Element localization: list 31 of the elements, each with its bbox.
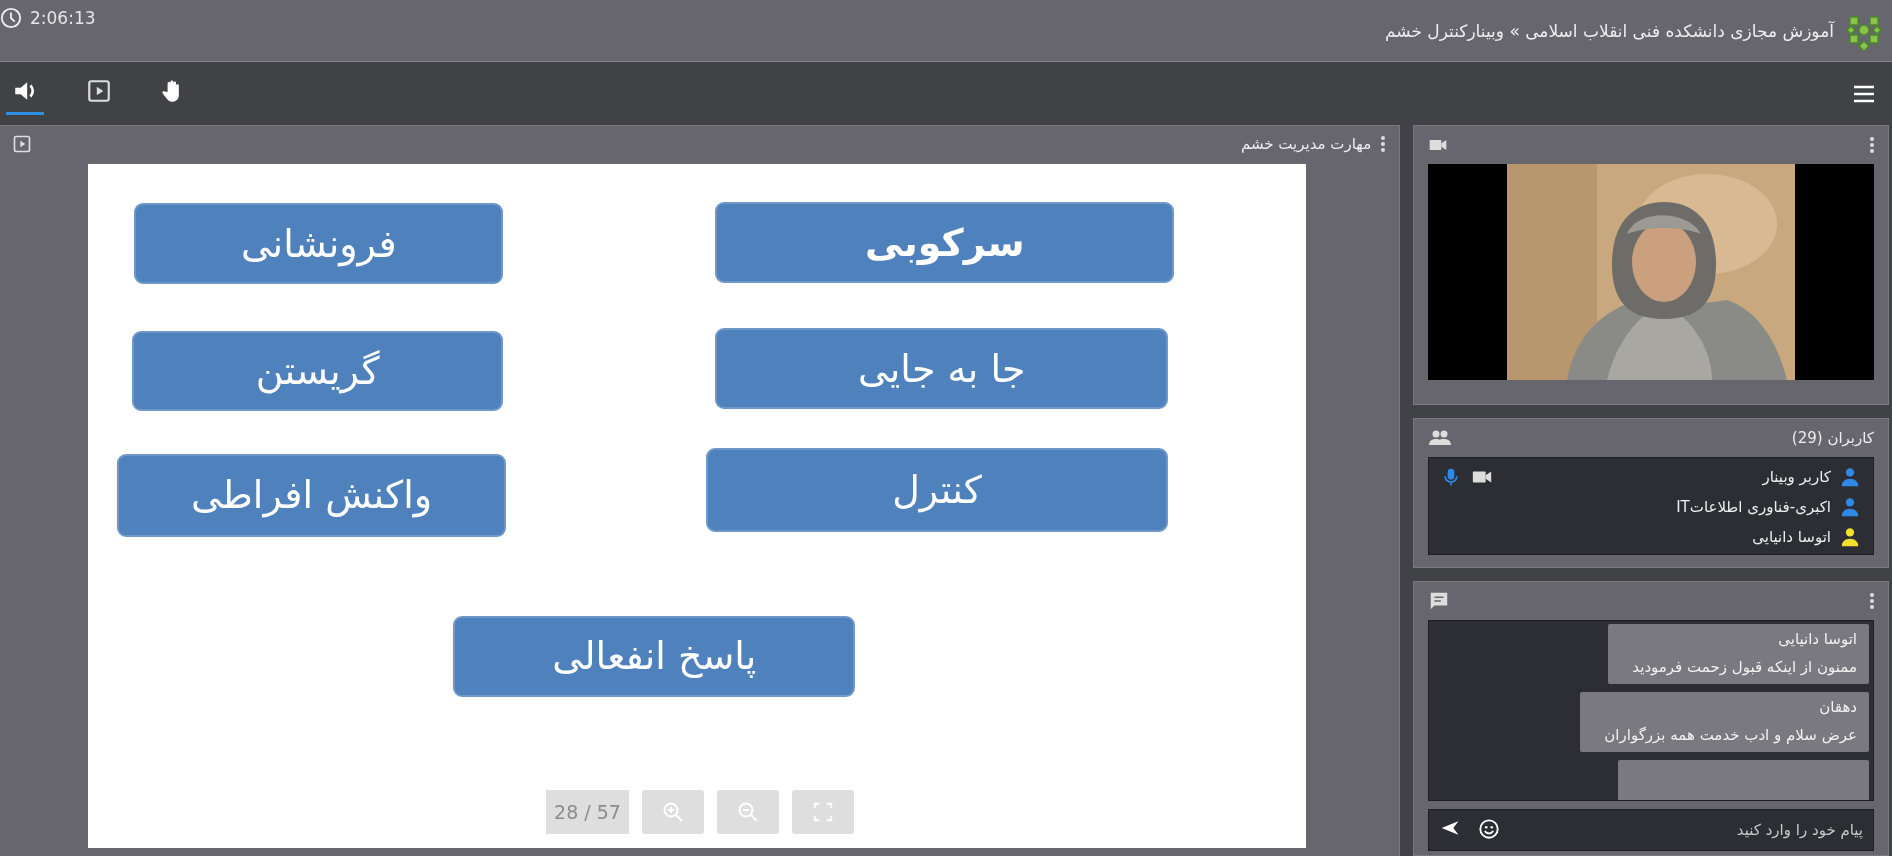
person-icon [1839,526,1861,548]
clock-icon [0,6,22,29]
message-text: عرض سلام و ادب خدمت همه بزرگواران [1604,726,1857,744]
message-field[interactable]: پیام خود را وارد کنید [1428,809,1874,851]
slide-label: کنترل [705,448,1169,532]
slide-label: پاسخ انفعالی [453,615,856,697]
user-name[interactable]: کاربر وبینار [1762,468,1831,486]
user-name[interactable]: اکبری-فناوری اطلاعاتIT [1676,498,1831,516]
page-title: آموزش مجازی دانشکده فنی انقلاب اسلامی » وبینارکنترل خشم [1384,20,1834,41]
more-icon[interactable] [1381,135,1386,152]
slide-label: جا به جایی [715,328,1169,410]
user-name[interactable]: اتوسا دانیایی [1752,528,1831,546]
person-icon [1839,466,1861,488]
presentation-title: مهارت مدیریت خشم [1240,134,1372,153]
more-icon[interactable] [1870,137,1874,153]
sender-name: اتوسا دانیایی [1777,630,1857,648]
page-counter: 28 / 57 [546,789,629,834]
emoji-icon[interactable] [1478,818,1501,840]
more-icon[interactable] [1870,593,1874,609]
sender-name: دهقان [1818,698,1857,716]
play-box-icon[interactable] [12,133,32,154]
fullscreen-icon [812,800,834,823]
person-icon [1839,496,1861,518]
play-box-icon [86,78,112,104]
slide-label: گریستن [131,330,504,412]
slide-label: فرونشانی [134,203,504,284]
users-title: کاربران (29) [1791,429,1874,447]
message-text: ممنون از اینکه قبول زحمت فرمودید [1632,658,1857,676]
slide-label: سرکوبی [715,202,1175,284]
slide-label: واکنش افراطی [117,453,506,537]
session-timer: 2:06:13 [30,7,96,28]
